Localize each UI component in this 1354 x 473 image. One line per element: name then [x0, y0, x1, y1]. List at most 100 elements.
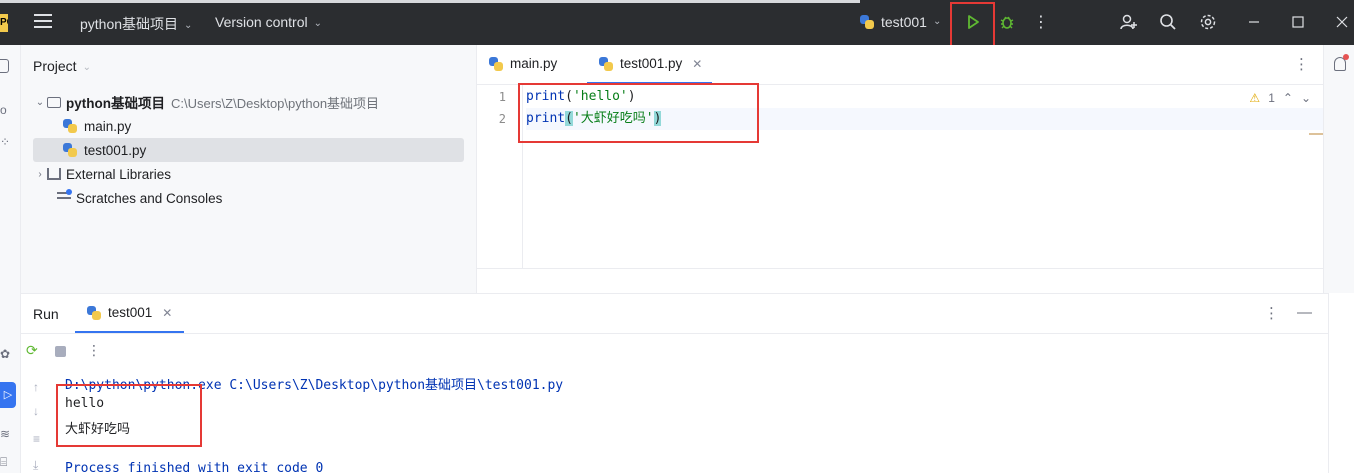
warning-stripe-marker[interactable] — [1309, 133, 1323, 135]
console-command-line: D:\python\python.exe C:\Users\Z\Desktop\… — [65, 378, 564, 393]
arrow-down-icon[interactable]: ↓ — [33, 404, 39, 418]
code-string: 'hello' — [572, 89, 628, 104]
tree-item-file-selected[interactable]: test001.py — [33, 138, 464, 162]
code-paren: ( — [565, 111, 573, 126]
maximize-icon[interactable] — [1286, 10, 1310, 34]
scroll-to-end-icon[interactable]: ⤓ — [33, 458, 38, 473]
chevron-down-icon: ⌄ — [82, 62, 91, 73]
inspection-widget[interactable]: ⚠ 1 ⌃ ⌄ — [1249, 91, 1311, 105]
python-file-icon — [599, 56, 613, 71]
project-panel-title: Project — [33, 58, 77, 74]
stop-icon[interactable] — [55, 346, 66, 357]
close-tab-icon[interactable]: ✕ — [162, 306, 172, 320]
warning-icon: ⚠ — [1249, 91, 1261, 105]
left-tool-strip: o ⁘ ✿ ▷ ≋ ⌸ — [0, 45, 21, 473]
tab-label: test001.py — [620, 56, 683, 71]
warning-count: 1 — [1268, 91, 1275, 105]
editor-tab-bar: main.py test001.py ✕ ⋮ — [477, 45, 1323, 85]
file-name: test001.py — [84, 142, 147, 158]
line-number: 2 — [498, 112, 506, 126]
close-tab-icon[interactable]: ✕ — [692, 57, 702, 71]
run-tab-label: test001 — [108, 305, 153, 320]
tab-run-test001[interactable]: test001 ✕ — [87, 305, 172, 320]
code-line[interactable]: print('hello') — [526, 86, 636, 108]
chevron-down-icon: ⌄ — [313, 18, 322, 29]
code-paren: ) — [627, 89, 636, 104]
python-file-icon — [860, 15, 874, 29]
console-output-line: hello — [65, 396, 105, 411]
scratches-label: Scratches and Consoles — [76, 190, 223, 206]
tab-label: main.py — [510, 56, 558, 71]
project-selector[interactable]: python基础项目 ⌄ — [80, 14, 192, 34]
more-vert-icon[interactable]: ⋮ — [1264, 304, 1279, 322]
minimize-icon[interactable] — [1242, 10, 1266, 34]
run-tool-icon[interactable]: ▷ — [0, 382, 16, 408]
project-panel: Project ⌄ ⌄ python基础项目 C:\Users\Z\Desktop… — [21, 45, 476, 293]
code-paren: ) — [653, 111, 662, 126]
python-packages-icon[interactable]: ✿ — [0, 347, 14, 361]
tree-item-file[interactable]: main.py — [33, 114, 464, 138]
hamburger-icon[interactable] — [34, 14, 52, 30]
chevron-down-icon[interactable]: ⌄ — [1301, 91, 1311, 105]
project-selector-label: python基础项目 — [80, 16, 179, 32]
terminal-tool-icon[interactable]: ⌸ — [0, 455, 14, 469]
gear-icon[interactable] — [1196, 10, 1220, 34]
python-file-icon — [489, 56, 503, 71]
tab-main-py[interactable]: main.py — [489, 56, 557, 71]
version-control-menu[interactable]: Version control ⌄ — [215, 14, 322, 30]
code-line-current[interactable]: print('大虾好吃吗') — [526, 108, 1323, 130]
rerun-icon[interactable]: ⟳ — [26, 342, 38, 359]
console-output-line: 大虾好吃吗 — [65, 422, 131, 437]
run-config-selector[interactable]: test001 ⌄ — [860, 14, 941, 30]
right-tool-strip-bottom — [1328, 293, 1354, 473]
add-user-icon[interactable] — [1117, 10, 1141, 34]
chevron-down-icon: ⌄ — [184, 20, 193, 31]
chevron-down-icon[interactable]: ⌄ — [33, 97, 47, 108]
run-panel: Run test001 ✕ ⋮ — ⟳ ⋮ ↑ ↓ ≡ ⤓ D:\python\… — [21, 293, 1328, 473]
run-panel-header: Run test001 ✕ ⋮ — — [21, 294, 1328, 334]
tree-item-external-libraries[interactable]: › External Libraries — [33, 162, 464, 186]
soft-wrap-icon[interactable]: ≡ — [33, 432, 40, 446]
code-string: '大虾好吃吗' — [572, 111, 654, 126]
debug-icon — [1000, 16, 1014, 29]
title-bar-top-strip — [0, 0, 860, 3]
active-tab-indicator — [75, 331, 184, 333]
layers-tool-icon[interactable]: ≋ — [0, 427, 14, 441]
more-vert-icon[interactable]: ⋮ — [1294, 55, 1309, 73]
app-logo: PC — [0, 14, 8, 32]
chevron-up-icon[interactable]: ⌃ — [1283, 91, 1293, 105]
debug-button[interactable] — [995, 10, 1019, 34]
project-tool-icon[interactable] — [0, 59, 9, 73]
minimize-panel-icon[interactable]: — — [1297, 304, 1312, 322]
root-folder-path: C:\Users\Z\Desktop\python基础项目 — [171, 95, 380, 111]
library-icon — [47, 168, 61, 180]
code-paren: ( — [565, 89, 573, 104]
structure-tool-icon[interactable]: ⁘ — [0, 135, 14, 149]
chevron-down-icon: ⌄ — [932, 15, 942, 27]
chevron-right-icon[interactable]: › — [33, 169, 47, 180]
run-icon — [968, 15, 979, 29]
right-tool-strip — [1323, 45, 1354, 293]
close-icon[interactable] — [1330, 10, 1354, 34]
more-vert-icon[interactable]: ⋮ — [1029, 10, 1053, 34]
tab-test001-py[interactable]: test001.py ✕ — [586, 56, 713, 84]
run-config-label: test001 — [881, 14, 927, 30]
python-file-icon — [63, 143, 77, 157]
arrow-up-icon[interactable]: ↑ — [33, 380, 39, 394]
search-icon[interactable] — [1156, 10, 1180, 34]
tree-item-scratches[interactable]: Scratches and Consoles — [33, 186, 464, 210]
more-vert-icon[interactable]: ⋮ — [87, 342, 101, 359]
root-folder-name: python基础项目 — [66, 96, 165, 111]
version-control-label: Version control — [215, 14, 308, 30]
python-file-icon — [87, 305, 101, 320]
commit-tool-icon[interactable]: o — [0, 103, 14, 117]
tree-item-root[interactable]: ⌄ python基础项目 C:\Users\Z\Desktop\python基础… — [33, 90, 464, 114]
project-panel-header[interactable]: Project ⌄ — [33, 58, 91, 74]
console-exit-message: Process finished with exit code 0 — [65, 461, 324, 473]
python-file-icon — [63, 119, 77, 133]
run-button[interactable] — [961, 10, 985, 34]
console-gutter: ↑ ↓ ≡ ⤓ — [21, 368, 59, 473]
line-number: 1 — [498, 90, 506, 104]
code-editor[interactable]: 1 2 print('hello') print('大虾好吃吗') ⚠ 1 ⌃ … — [477, 85, 1323, 268]
code-function: print — [526, 89, 566, 104]
